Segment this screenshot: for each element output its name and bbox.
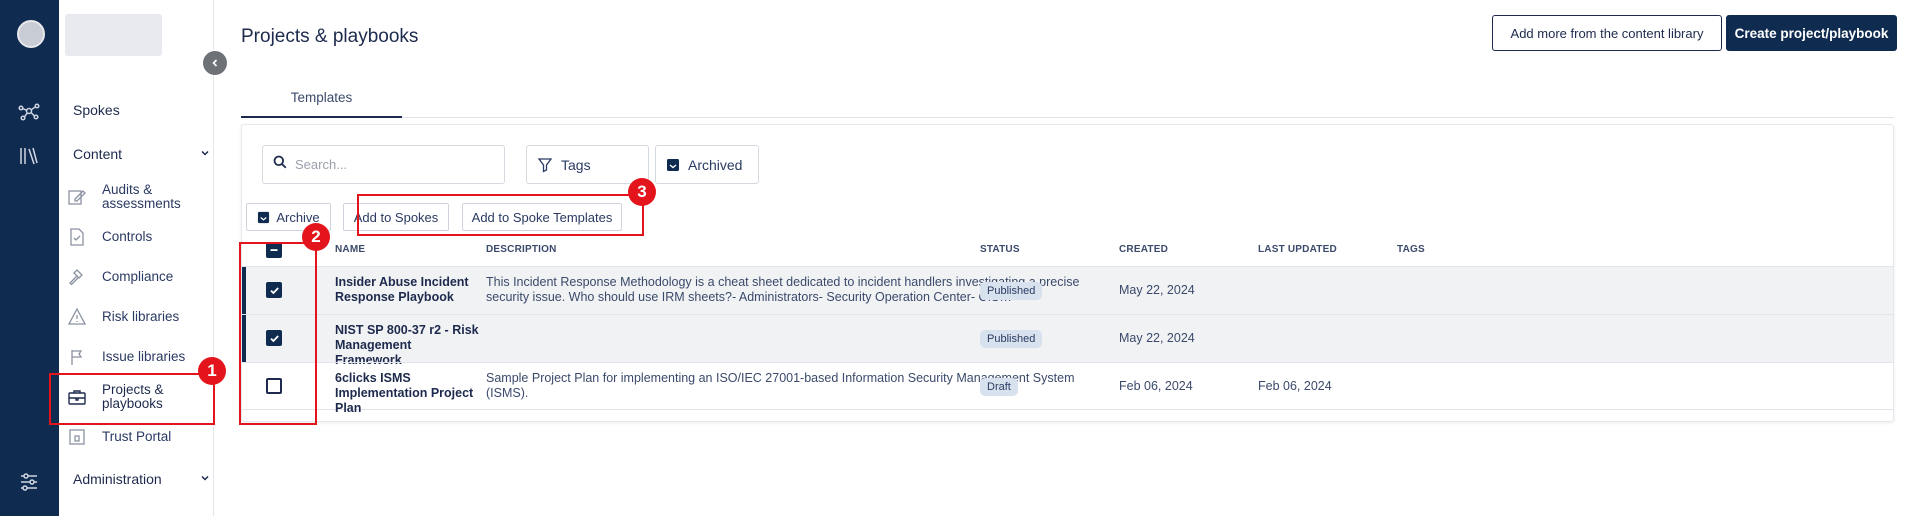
sidebar-collapse-button[interactable] xyxy=(203,51,227,75)
column-header-last-updated[interactable]: LAST UPDATED xyxy=(1258,244,1337,255)
archive-box-icon xyxy=(666,158,680,172)
edit-icon xyxy=(67,187,87,207)
sidebar-item-compliance[interactable]: Compliance xyxy=(67,267,213,287)
status-badge: Published xyxy=(980,282,1043,300)
search-input[interactable] xyxy=(295,157,495,172)
sidebar-item-label: Content xyxy=(73,146,123,162)
add-more-from-library-button[interactable]: Add more from the content library xyxy=(1492,15,1722,51)
sidebar-item-spokes[interactable]: Spokes xyxy=(73,102,228,118)
create-project-button[interactable]: Create project/playbook xyxy=(1726,15,1897,51)
tab-templates[interactable]: Templates xyxy=(241,78,402,118)
sidebar-item-label: Compliance xyxy=(102,269,174,284)
sidebar-item-label: Issue libraries xyxy=(102,349,186,364)
main-content: Projects & playbooks Add more from the c… xyxy=(214,0,1919,516)
archived-filter-label: Archived xyxy=(688,156,743,173)
status-badge: Published xyxy=(980,330,1043,348)
row-checkbox[interactable] xyxy=(266,330,282,346)
row-last-updated: Feb 06, 2024 xyxy=(1258,379,1332,393)
column-header-name[interactable]: NAME xyxy=(335,244,365,255)
sidebar-item-controls[interactable]: Controls xyxy=(67,227,213,247)
sidebar: Spokes Content Audits & assessments Cont… xyxy=(59,0,214,516)
row-name[interactable]: 6clicks ISMS Implementation Project Plan xyxy=(335,371,480,416)
select-all-checkbox[interactable] xyxy=(266,242,282,258)
warning-icon xyxy=(67,307,87,327)
annotation-number-3: 3 xyxy=(628,178,656,206)
row-checkbox[interactable] xyxy=(266,378,282,394)
search-box[interactable] xyxy=(262,145,505,184)
org-logo xyxy=(65,14,162,56)
column-header-tags[interactable]: TAGS xyxy=(1397,244,1425,255)
column-header-status[interactable]: STATUS xyxy=(980,244,1020,255)
sidebar-item-label: Trust Portal xyxy=(102,429,172,444)
library-icon[interactable] xyxy=(16,143,42,169)
sidebar-item-projects-playbooks[interactable]: Projects & playbooks xyxy=(67,383,213,411)
archive-box-icon xyxy=(257,211,270,224)
add-to-spokes-button[interactable]: Add to Spokes xyxy=(343,203,449,231)
checkmark-icon xyxy=(269,334,279,342)
table-header: NAME DESCRIPTION STATUS CREATED LAST UPD… xyxy=(242,233,1893,266)
column-header-description[interactable]: DESCRIPTION xyxy=(486,244,557,255)
page-title: Projects & playbooks xyxy=(241,26,419,47)
sidebar-item-label: Audits & assessments xyxy=(102,182,181,211)
tags-filter-label: Tags xyxy=(561,156,591,173)
sidebar-item-label: Controls xyxy=(102,229,153,244)
checkmark-icon xyxy=(269,286,279,294)
chevron-left-icon xyxy=(212,59,218,67)
flag-icon xyxy=(67,347,87,367)
settings-sliders-icon[interactable] xyxy=(16,469,42,495)
tab-bar: Templates xyxy=(241,78,1894,118)
templates-card: Tags Archived Archive Add to Spokes Add … xyxy=(241,124,1894,422)
archived-filter-button[interactable]: Archived xyxy=(655,145,759,184)
row-created: Feb 06, 2024 xyxy=(1119,379,1193,393)
sidebar-item-issue-libraries[interactable]: Issue libraries xyxy=(67,347,213,367)
sidebar-item-content[interactable]: Content xyxy=(73,146,228,162)
icon-rail xyxy=(0,0,59,516)
sidebar-item-audits[interactable]: Audits & assessments xyxy=(67,183,213,211)
column-header-created[interactable]: CREATED xyxy=(1119,244,1168,255)
table-row[interactable]: NIST SP 800-37 r2 - Risk Management Fram… xyxy=(242,314,1893,367)
row-name[interactable]: Insider Abuse Incident Response Playbook xyxy=(335,275,480,305)
sidebar-item-label: Projects & playbooks xyxy=(102,382,164,411)
chevron-down-icon xyxy=(199,146,211,162)
row-created: May 22, 2024 xyxy=(1119,283,1195,297)
filter-icon xyxy=(537,157,553,173)
row-checkbox[interactable] xyxy=(266,282,282,298)
sidebar-item-label: Spokes xyxy=(73,102,120,118)
chevron-down-icon xyxy=(199,471,211,487)
gavel-icon xyxy=(67,267,87,287)
document-check-icon xyxy=(67,227,87,247)
add-to-spoke-templates-button[interactable]: Add to Spoke Templates xyxy=(462,203,622,231)
sidebar-item-label: Risk libraries xyxy=(102,309,180,324)
tags-filter-button[interactable]: Tags xyxy=(526,145,649,184)
status-badge: Draft xyxy=(980,378,1018,396)
table-row[interactable]: Insider Abuse Incident Response Playbook… xyxy=(242,266,1893,314)
sidebar-item-label: Administration xyxy=(73,471,162,487)
portal-icon xyxy=(67,427,87,447)
sidebar-item-trust-portal[interactable]: Trust Portal xyxy=(67,427,213,447)
sidebar-item-risk-libraries[interactable]: Risk libraries xyxy=(67,307,213,327)
table-row[interactable]: 6clicks ISMS Implementation Project Plan… xyxy=(242,362,1893,415)
indeterminate-icon xyxy=(270,249,278,251)
annotation-number-1: 1 xyxy=(198,357,226,385)
search-icon xyxy=(273,155,287,174)
annotation-number-2: 2 xyxy=(302,223,330,251)
network-icon[interactable] xyxy=(16,98,42,124)
user-avatar[interactable] xyxy=(17,20,45,48)
sidebar-item-administration[interactable]: Administration xyxy=(73,471,228,487)
briefcase-icon xyxy=(67,387,87,407)
row-created: May 22, 2024 xyxy=(1119,331,1195,345)
